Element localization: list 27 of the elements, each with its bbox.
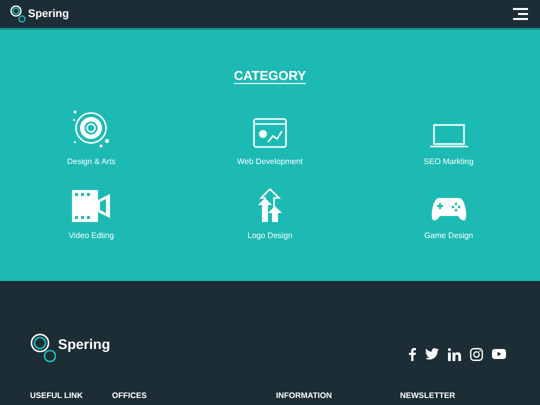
bird-icon[interactable] <box>425 348 439 360</box>
laptop-icon <box>430 124 468 148</box>
camera-icon[interactable] <box>470 348 483 360</box>
logo-icon <box>30 333 56 363</box>
linkedin-icon[interactable] <box>448 348 461 360</box>
category-label[interactable]: Design & Arts <box>67 156 116 168</box>
category-label[interactable]: Game Design <box>424 230 474 242</box>
menu-icon[interactable] <box>513 8 528 20</box>
film-strip-icon <box>72 190 110 222</box>
logo-icon <box>10 5 26 23</box>
column-heading: USEFUL LINK <box>30 390 84 402</box>
category-label[interactable]: Logo Design <box>248 230 292 242</box>
column-heading: OFFICES <box>112 390 148 402</box>
category-label[interactable]: Web Development <box>237 156 303 168</box>
brand-name[interactable]: Spering <box>58 334 110 355</box>
column-heading: INFORMATION <box>276 390 333 402</box>
play-icon[interactable] <box>492 349 506 359</box>
gamepad-icon <box>430 196 467 222</box>
arrows-up-icon <box>256 188 283 222</box>
palette-drawing <box>71 108 112 148</box>
category-label[interactable]: SEO Markting <box>424 156 474 168</box>
column-heading: NEWSLETTER <box>400 390 456 402</box>
brand-name[interactable]: Spering <box>28 6 69 22</box>
category-label[interactable]: Video Edting <box>68 230 114 242</box>
browser-chart-icon <box>252 118 287 148</box>
facebook-icon[interactable] <box>409 348 416 360</box>
section-title: CATEGORY <box>234 68 306 84</box>
